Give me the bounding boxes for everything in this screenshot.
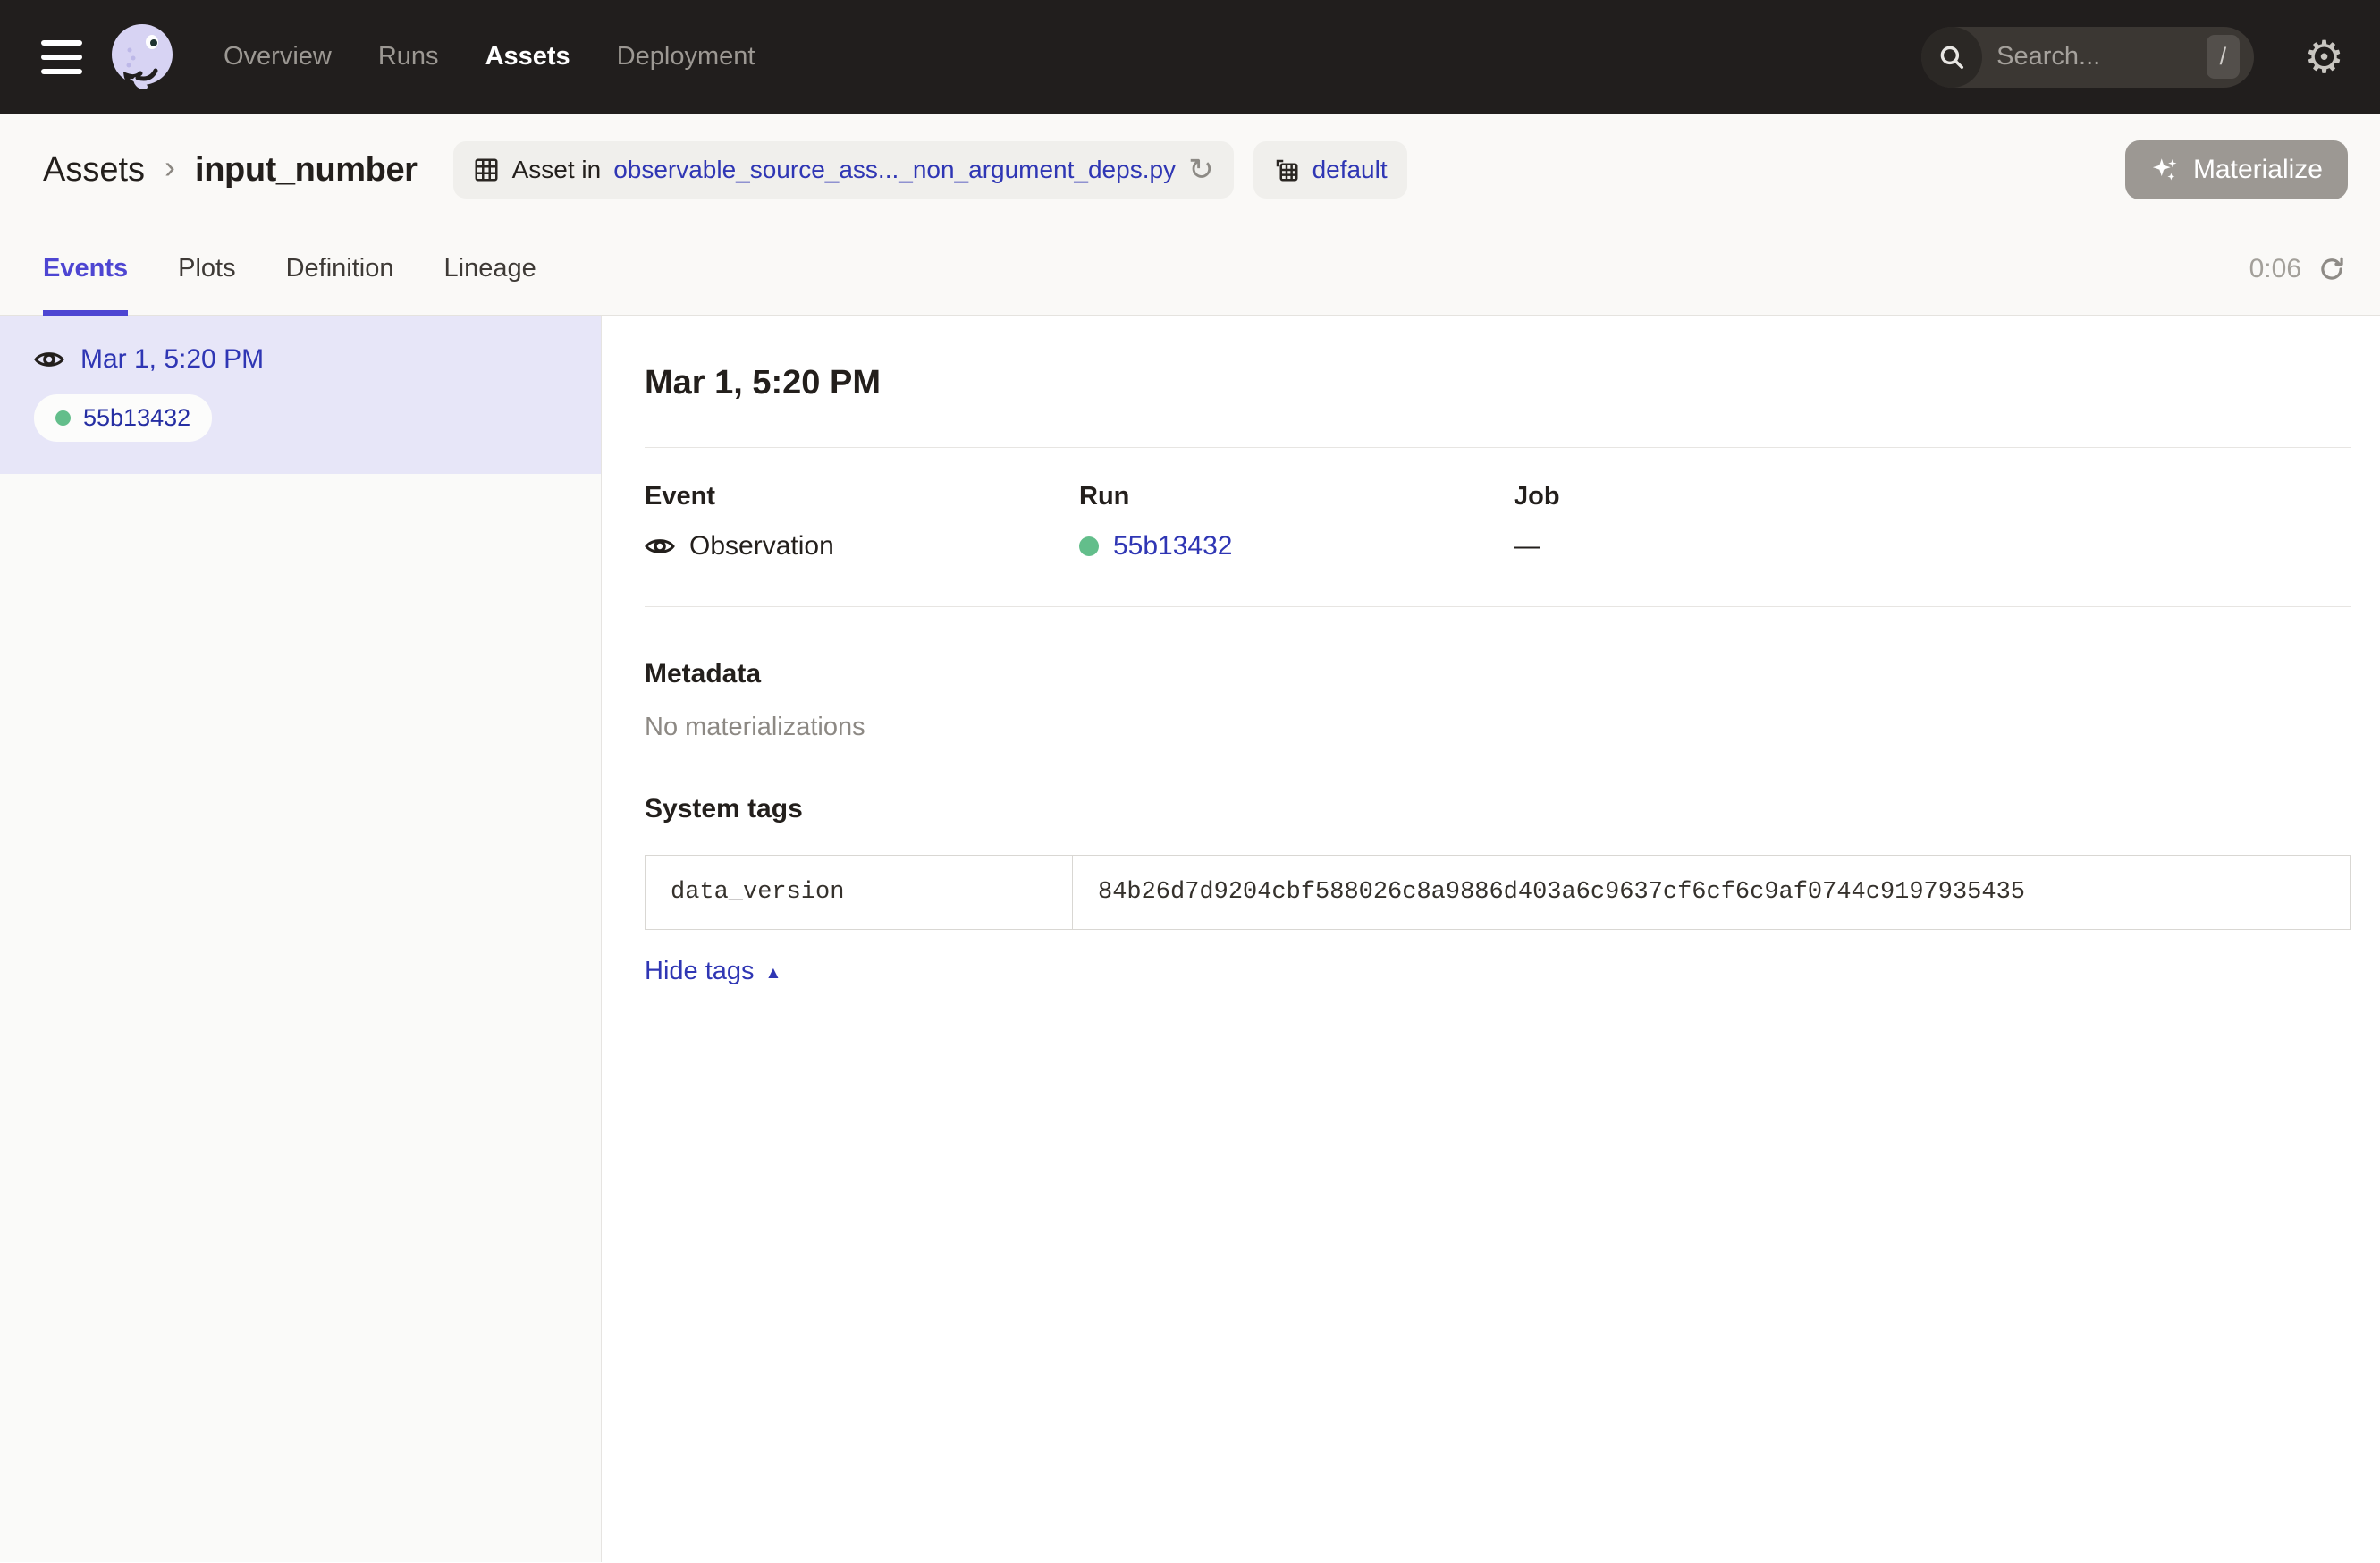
run-status-dot-icon	[55, 410, 71, 426]
divider	[645, 606, 2351, 607]
primary-nav: Overview Runs Assets Deployment	[224, 42, 755, 72]
run-column-header: Run	[1079, 482, 1514, 511]
asset-definition-pill: Asset in observable_source_ass..._non_ar…	[453, 141, 1234, 199]
run-status-dot-icon	[1079, 536, 1099, 556]
nav-item-deployment[interactable]: Deployment	[617, 42, 755, 72]
page-header: Assets › input_number Asset in observabl…	[0, 114, 2380, 223]
asset-title: input_number	[195, 151, 418, 190]
observation-eye-icon	[34, 349, 64, 370]
observation-eye-icon	[645, 536, 675, 557]
code-location-link[interactable]: default	[1312, 156, 1388, 184]
search-icon	[1921, 27, 1982, 88]
metadata-heading: Metadata	[645, 659, 2351, 689]
nav-item-runs[interactable]: Runs	[378, 42, 439, 72]
materialize-button[interactable]: Materialize	[2125, 140, 2348, 199]
refresh-countdown-value: 0:06	[2249, 254, 2301, 284]
sparkle-icon	[2150, 155, 2181, 185]
hide-tags-link[interactable]: Hide tags ▲	[645, 957, 781, 986]
run-id-badge[interactable]: 55b13432	[34, 394, 212, 442]
search-input[interactable]: Search... /	[1921, 27, 2254, 88]
nav-item-assets[interactable]: Assets	[485, 42, 570, 72]
asset-source-file-link[interactable]: observable_source_ass..._non_argument_de…	[613, 156, 1176, 184]
caret-up-icon: ▲	[765, 961, 782, 982]
refresh-icon[interactable]	[2317, 255, 2346, 283]
dagster-logo[interactable]	[105, 21, 179, 94]
event-detail-panel: Mar 1, 5:20 PM Event Observation Run 55b…	[602, 316, 2380, 1562]
table-row: data_version 84b26d7d9204cbf588026c8a988…	[646, 856, 2351, 930]
tab-lineage[interactable]: Lineage	[444, 223, 536, 315]
job-column-header: Job	[1514, 482, 1948, 511]
materialize-button-label: Materialize	[2193, 155, 2323, 185]
tab-plots[interactable]: Plots	[178, 223, 235, 315]
tab-definition[interactable]: Definition	[286, 223, 394, 315]
system-tags-heading: System tags	[645, 794, 2351, 824]
event-type-label: Observation	[689, 531, 834, 562]
run-value: 55b13432	[1079, 531, 1514, 562]
repo-grid-icon	[1273, 156, 1300, 183]
job-column: Job —	[1514, 482, 1948, 562]
job-empty-dash: —	[1514, 531, 1540, 562]
event-column-header: Event	[645, 482, 1079, 511]
tag-key-cell: data_version	[646, 856, 1073, 930]
search-placeholder: Search...	[1996, 42, 2206, 72]
system-tags-table: data_version 84b26d7d9204cbf588026c8a988…	[645, 855, 2351, 930]
event-column: Event Observation	[645, 482, 1079, 562]
code-location-pill: default	[1253, 141, 1407, 199]
event-list-item[interactable]: Mar 1, 5:20 PM 55b13432	[0, 316, 601, 474]
divider	[645, 447, 2351, 448]
event-summary-columns: Event Observation Run 55b13432 Job	[645, 482, 2351, 562]
job-value: —	[1514, 531, 1948, 562]
event-timestamp-link[interactable]: Mar 1, 5:20 PM	[80, 344, 264, 375]
run-column: Run 55b13432	[1079, 482, 1514, 562]
run-id-badge-link[interactable]: 55b13432	[83, 404, 190, 432]
top-nav: Overview Runs Assets Deployment Search..…	[0, 0, 2380, 114]
table-grid-icon	[473, 156, 500, 183]
breadcrumb: Assets › input_number Asset in observabl…	[43, 141, 2125, 199]
breadcrumb-chevron-icon: ›	[165, 151, 175, 189]
event-detail-title: Mar 1, 5:20 PM	[645, 364, 2351, 402]
refresh-countdown: 0:06	[2249, 254, 2346, 284]
asset-tabs: Events Plots Definition Lineage	[43, 223, 536, 315]
content-area: Mar 1, 5:20 PM 55b13432 Mar 1, 5:20 PM E…	[0, 316, 2380, 1562]
menu-icon[interactable]	[41, 40, 82, 74]
run-id-link[interactable]: 55b13432	[1113, 531, 1232, 562]
event-list-sidebar: Mar 1, 5:20 PM 55b13432	[0, 316, 602, 1562]
event-type-value: Observation	[645, 531, 1079, 562]
tag-value-cell: 84b26d7d9204cbf588026c8a9886d403a6c9637c…	[1073, 856, 2351, 930]
metadata-empty-state: No materializations	[645, 713, 2351, 742]
event-item-header: Mar 1, 5:20 PM	[34, 344, 569, 375]
breadcrumb-assets-link[interactable]: Assets	[43, 151, 145, 190]
search-shortcut-key: /	[2207, 35, 2241, 79]
asset-tabs-bar: Events Plots Definition Lineage 0:06	[0, 223, 2380, 316]
nav-item-overview[interactable]: Overview	[224, 42, 332, 72]
asset-pill-prefix: Asset in	[512, 156, 602, 184]
settings-gear-icon[interactable]: ⚙	[2304, 35, 2344, 80]
reload-definition-icon[interactable]: ↻	[1188, 155, 1214, 185]
tab-events[interactable]: Events	[43, 223, 128, 315]
hide-tags-label: Hide tags	[645, 957, 755, 986]
